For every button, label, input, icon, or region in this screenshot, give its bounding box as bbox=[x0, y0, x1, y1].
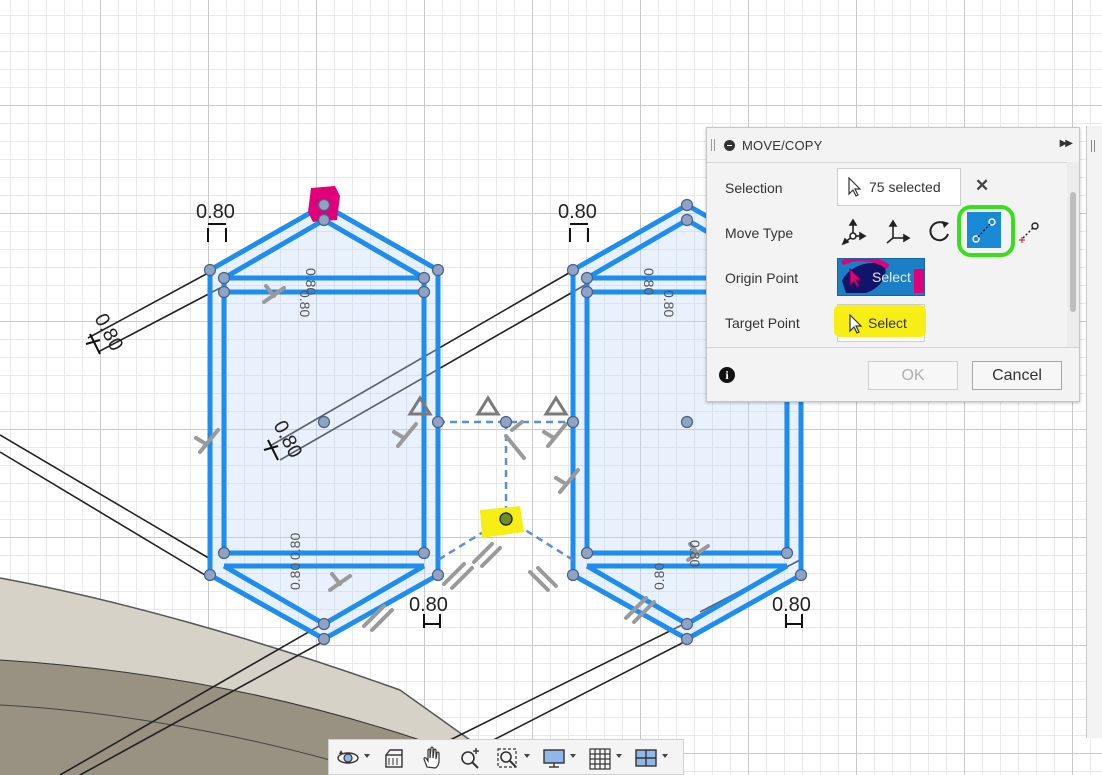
chevron-down-icon[interactable] bbox=[616, 754, 622, 758]
chevron-down-icon[interactable] bbox=[364, 754, 370, 758]
browser-panel-edge[interactable] bbox=[1086, 126, 1102, 738]
rotate-icon[interactable] bbox=[926, 218, 954, 246]
cursor-icon bbox=[849, 268, 863, 288]
dimension-label[interactable]: 0.80 bbox=[90, 310, 128, 355]
target-point-select-button[interactable]: Select bbox=[834, 304, 926, 342]
svg-text:0.80: 0.80 bbox=[651, 563, 667, 590]
svg-text:0.80: 0.80 bbox=[287, 563, 303, 590]
selection-count: 75 selected bbox=[869, 179, 941, 195]
svg-text:0.80: 0.80 bbox=[687, 540, 703, 567]
grid-icon[interactable] bbox=[587, 745, 613, 771]
dimension-label[interactable]: 0.80 bbox=[772, 594, 811, 616]
point-to-position-icon[interactable] bbox=[1015, 218, 1043, 246]
cursor-icon bbox=[848, 177, 862, 197]
move-type-label: Move Type bbox=[725, 225, 794, 241]
free-move-icon[interactable] bbox=[839, 218, 867, 246]
collapse-icon[interactable] bbox=[724, 140, 735, 151]
viewports-icon[interactable] bbox=[633, 745, 659, 771]
dialog-title: MOVE/COPY bbox=[742, 138, 823, 153]
target-point-label: Target Point bbox=[725, 315, 800, 331]
dimension-label[interactable]: 0.80 bbox=[558, 201, 597, 223]
chevron-down-icon[interactable] bbox=[662, 754, 668, 758]
dimension-label[interactable]: 0.80 bbox=[196, 201, 235, 223]
cancel-button[interactable]: Cancel bbox=[972, 361, 1062, 390]
svg-text:0.80: 0.80 bbox=[297, 290, 313, 317]
clear-selection-icon[interactable]: ✕ bbox=[975, 176, 989, 196]
svg-text:0.80: 0.80 bbox=[641, 268, 657, 295]
dialog-scrollbar[interactable] bbox=[1067, 162, 1079, 347]
info-icon[interactable]: i bbox=[719, 367, 735, 383]
panel-grip[interactable] bbox=[1091, 140, 1095, 152]
move-copy-dialog: MOVE/COPY ▶▶ Selection 75 selected ✕ Mov… bbox=[706, 127, 1080, 402]
origin-point-select-button[interactable]: Select bbox=[837, 258, 925, 296]
active-tool-highlight bbox=[957, 205, 1015, 257]
dialog-grip[interactable] bbox=[711, 139, 715, 151]
dimension-label[interactable]: 0.80 bbox=[409, 594, 448, 616]
display-settings-icon[interactable] bbox=[541, 745, 567, 771]
ok-button[interactable]: OK bbox=[868, 361, 958, 390]
expand-icon[interactable]: ▶▶ bbox=[1060, 138, 1073, 149]
cursor-icon bbox=[849, 314, 863, 334]
translate-icon[interactable] bbox=[883, 218, 911, 246]
chevron-down-icon[interactable] bbox=[570, 754, 576, 758]
look-at-icon[interactable] bbox=[381, 745, 407, 771]
zoom-icon[interactable] bbox=[457, 745, 483, 771]
origin-point-label: Origin Point bbox=[725, 270, 799, 286]
pan-icon[interactable] bbox=[419, 745, 445, 771]
scrollbar-thumb[interactable] bbox=[1070, 192, 1076, 312]
svg-text:0.80: 0.80 bbox=[661, 290, 677, 317]
orbit-icon[interactable] bbox=[335, 745, 361, 771]
fit-icon[interactable] bbox=[495, 745, 521, 771]
navigation-toolbar bbox=[328, 739, 684, 775]
svg-text:0.80: 0.80 bbox=[287, 533, 303, 560]
dialog-header[interactable]: MOVE/COPY ▶▶ bbox=[707, 128, 1079, 163]
origin-select-label: Select bbox=[872, 269, 911, 285]
dialog-footer: i OK Cancel bbox=[707, 347, 1079, 402]
target-select-label: Select bbox=[868, 315, 907, 331]
chevron-down-icon[interactable] bbox=[524, 754, 530, 758]
selection-field[interactable]: 75 selected bbox=[837, 168, 961, 206]
selection-label: Selection bbox=[725, 180, 783, 196]
